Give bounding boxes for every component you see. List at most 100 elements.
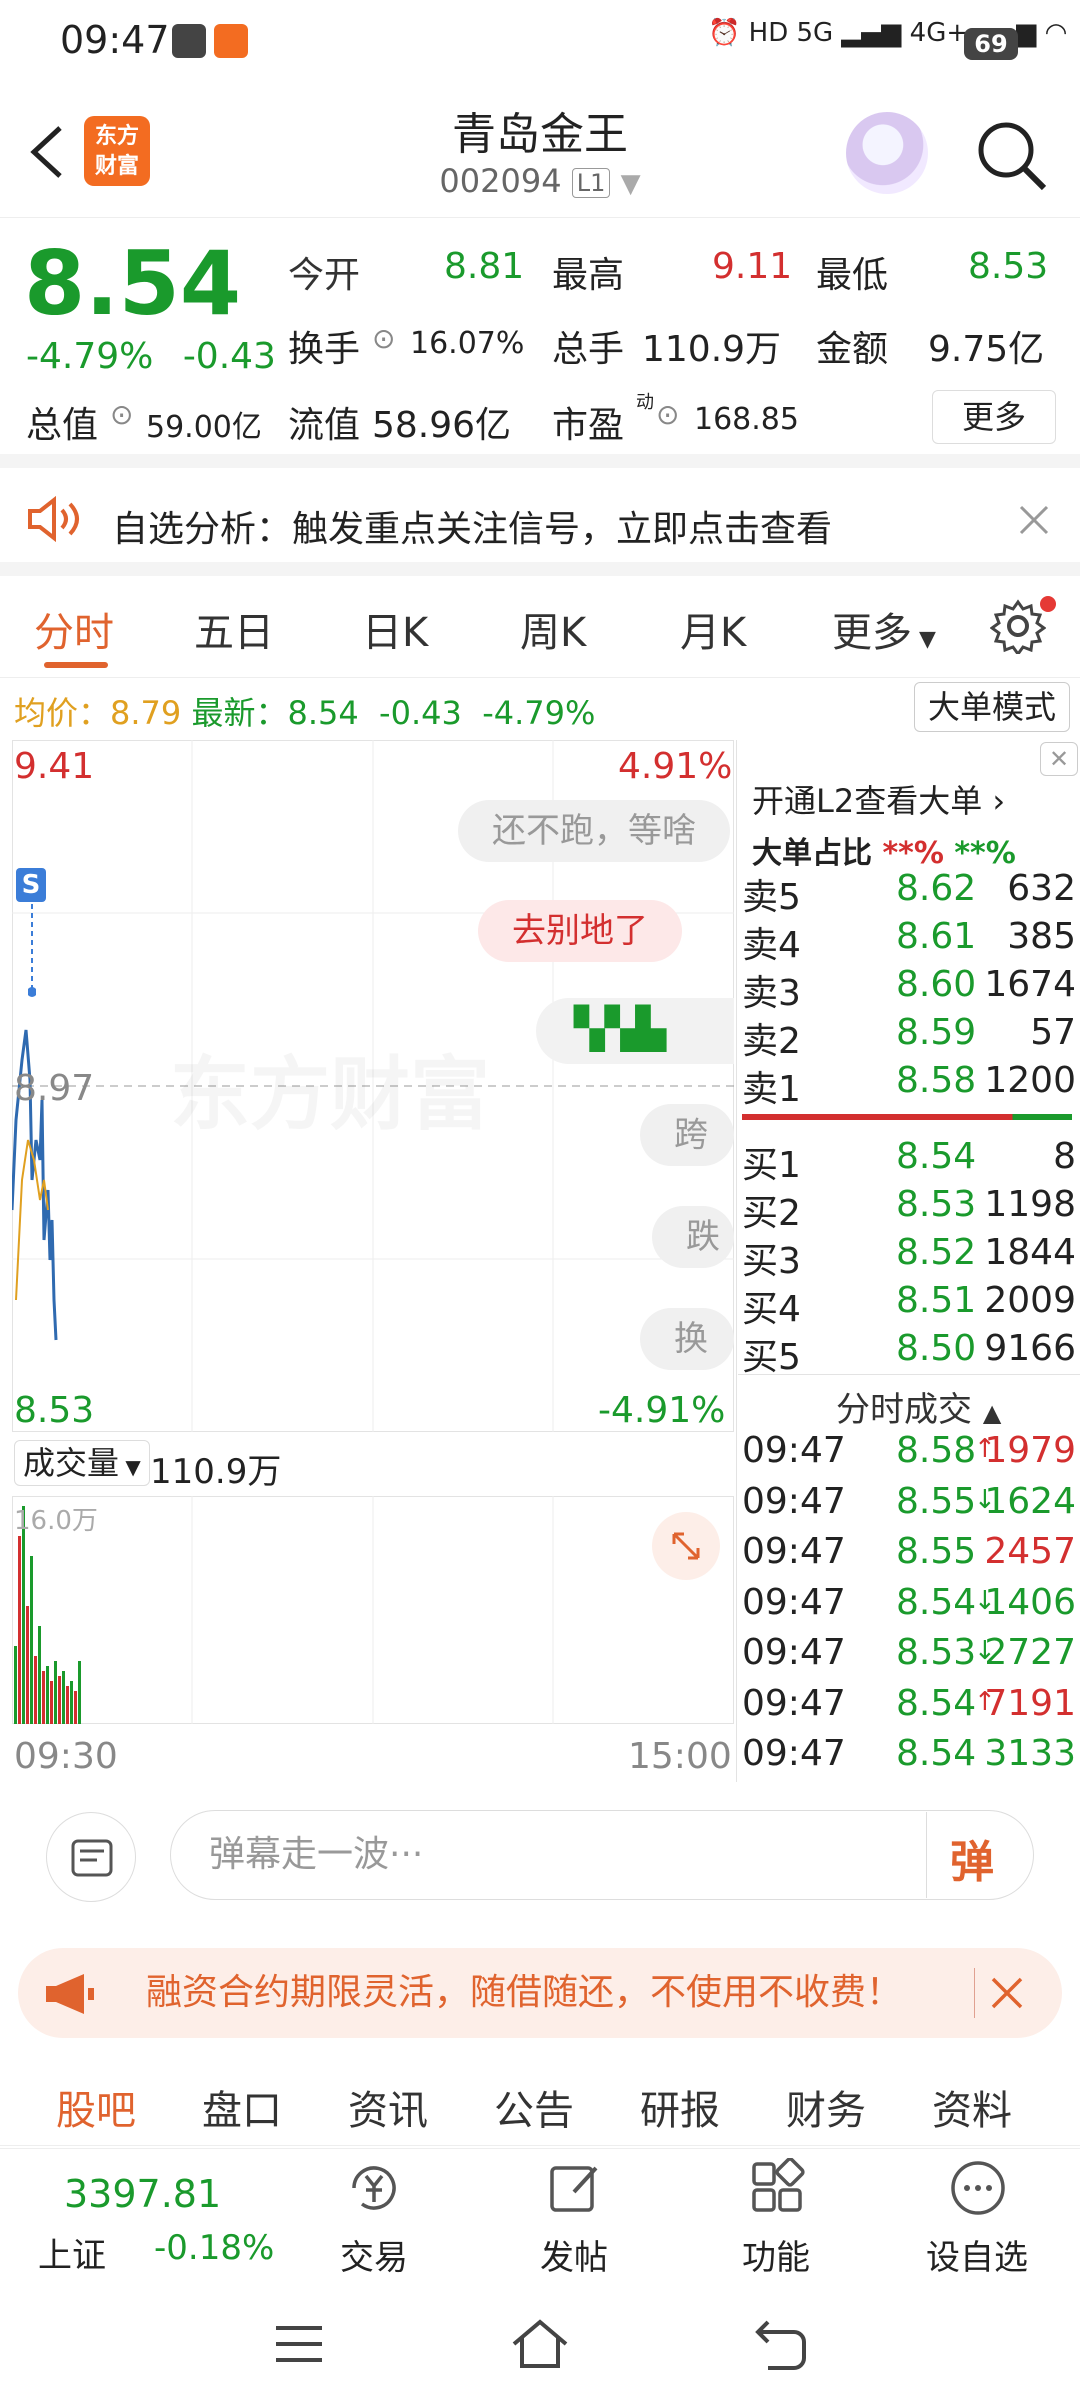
bid-row: 买4 8.51 2009	[742, 1280, 1076, 1330]
volume-dropdown[interactable]: 成交量 ▼	[14, 1440, 150, 1486]
chevron-down-icon: ▼	[620, 169, 641, 199]
battery-icon: 69	[964, 28, 1018, 60]
trade-button[interactable]: 交易	[340, 2230, 408, 2279]
amount-label: 金额	[816, 329, 889, 370]
info-icon[interactable]: ⊙	[372, 322, 395, 355]
tab-finance[interactable]: 财务	[786, 2078, 866, 2136]
menu-icon[interactable]	[274, 2322, 324, 2366]
open-value: 8.81	[444, 246, 525, 287]
tick-row: 09:47 8.58 ↑ 1979	[742, 1430, 1076, 1471]
danmu-bubble: 还不跑，等啥	[458, 800, 730, 862]
ticks-title[interactable]: 分时成交 ▲	[836, 1382, 1001, 1431]
divider	[974, 1968, 975, 2018]
function-button[interactable]: 功能	[742, 2230, 810, 2279]
back-nav-icon[interactable]	[754, 2318, 808, 2370]
tab-profile[interactable]: 资料	[932, 2078, 1012, 2136]
robot-avatar[interactable]	[846, 112, 928, 194]
bid-row: 买5 8.50 9166	[742, 1328, 1076, 1378]
divider	[738, 1374, 1080, 1375]
divider	[926, 1812, 927, 1898]
open-price: 今开	[288, 255, 361, 296]
avg-line-info: 均价：8.79 最新：8.54 -0.43 -4.79%	[14, 694, 596, 732]
s-marker[interactable]: S	[16, 868, 46, 902]
low-value: 8.53	[968, 246, 1049, 287]
close-icon[interactable]	[1018, 504, 1050, 536]
watermark: 东方财富	[170, 1030, 490, 1146]
tab-forum[interactable]: 股吧	[56, 2078, 136, 2136]
mcap-value: 59.00亿	[146, 410, 262, 445]
limit-down-icon: ▚▚▙	[574, 1006, 667, 1052]
ask-row: 卖3 8.60 1674	[742, 964, 1076, 1014]
big-order-mode-button[interactable]: 大单模式	[914, 682, 1070, 732]
ask-row: 卖1 8.58 1200	[742, 1060, 1076, 1110]
turnover-value: 16.07%	[410, 326, 525, 361]
index-name[interactable]: 上证	[38, 2228, 106, 2277]
low-label: 最低	[816, 255, 889, 296]
tick-row: 09:47 8.54 ↑ 7191	[742, 1682, 1076, 1724]
close-icon[interactable]: ✕	[1040, 742, 1078, 776]
ask-row: 卖5 8.62 632	[742, 868, 1076, 918]
current-price: 8.54	[24, 232, 242, 335]
y-axis-bot-pct: -4.91%	[598, 1390, 726, 1431]
turnover-label: 换手	[288, 329, 361, 370]
price-change: -4.79% -0.43	[26, 336, 276, 377]
edit-icon[interactable]	[546, 2158, 606, 2218]
tab-announcements[interactable]: 公告	[494, 2078, 574, 2136]
pe-value: 168.85	[694, 402, 799, 437]
more-button[interactable]: 更多	[932, 390, 1056, 444]
danmu-settings-icon[interactable]	[46, 1812, 136, 1902]
danmu-bubble: 跨境	[640, 1104, 734, 1166]
index-value[interactable]: 3397.81	[64, 2172, 221, 2216]
home-icon[interactable]	[510, 2318, 570, 2370]
tab-intraday[interactable]: 分时	[34, 600, 114, 658]
tab-daily-k[interactable]: 日K	[362, 600, 428, 658]
y-axis-mid: 8.97	[14, 1068, 95, 1109]
grid-icon[interactable]	[748, 2158, 808, 2218]
danmu-send-button[interactable]: 弹	[950, 1826, 994, 1890]
divider	[736, 740, 737, 1782]
gear-icon[interactable]	[990, 598, 1046, 654]
expand-icon[interactable]	[652, 1512, 720, 1580]
status-time: 09:47	[60, 18, 170, 62]
trade-icon[interactable]	[344, 2158, 404, 2218]
tab-more[interactable]: 更多 ▼	[832, 600, 936, 658]
volume-bars	[14, 1496, 554, 1724]
high-value: 9.11	[712, 246, 793, 287]
level-badge: L1	[571, 168, 611, 198]
post-button[interactable]: 发帖	[540, 2230, 608, 2279]
banner-text[interactable]: 自选分析：触发重点关注信号，立即点击查看	[112, 500, 832, 552]
tab-orders[interactable]: 盘口	[202, 2078, 282, 2136]
promo-text[interactable]: 融资合约期限灵活，随借随还，不使用不收费！	[146, 1948, 902, 2038]
tab-five-day[interactable]: 五日	[194, 600, 274, 658]
megaphone-icon	[46, 1974, 94, 2014]
tab-weekly-k[interactable]: 周K	[520, 600, 586, 658]
pe-label: 市盈	[552, 405, 625, 446]
info-icon[interactable]: ⊙	[110, 398, 133, 431]
float-value: 58.96亿	[372, 405, 512, 446]
y-axis-top: 9.41	[14, 746, 95, 787]
close-icon[interactable]	[990, 1976, 1024, 2010]
app-notification-icon	[214, 24, 248, 58]
danmu-input[interactable]: 弹幕走一波···	[170, 1810, 1034, 1900]
high-label: 最高	[552, 255, 625, 296]
bid-row: 买2 8.53 1198	[742, 1184, 1076, 1234]
tab-research[interactable]: 研报	[640, 2078, 720, 2136]
l2-link[interactable]: 开通L2查看大单 ›	[752, 776, 1005, 822]
add-watchlist-button[interactable]: 设自选	[926, 2230, 1028, 2279]
volume-value: 110.9万	[150, 1452, 282, 1492]
info-icon[interactable]: ⊙	[656, 398, 679, 431]
volume-max: 16.0万	[14, 1506, 98, 1536]
float-label: 流值	[288, 405, 361, 446]
volume-label: 总手	[552, 329, 625, 370]
y-axis-bot: 8.53	[14, 1390, 95, 1431]
y-axis-top-pct: 4.91%	[618, 746, 733, 787]
search-icon[interactable]	[974, 118, 1048, 192]
tick-row: 09:47 8.53 ↓ 2727	[742, 1632, 1076, 1673]
danmu-bubble: 换手	[640, 1308, 734, 1370]
tab-monthly-k[interactable]: 月K	[680, 600, 746, 658]
tab-news[interactable]: 资讯	[348, 2078, 428, 2136]
index-pct[interactable]: -0.18%	[154, 2228, 274, 2268]
more-dots-icon[interactable]	[948, 2158, 1008, 2218]
time-start: 09:30	[14, 1736, 118, 1777]
bid-row: 买3 8.52 1844	[742, 1232, 1076, 1282]
